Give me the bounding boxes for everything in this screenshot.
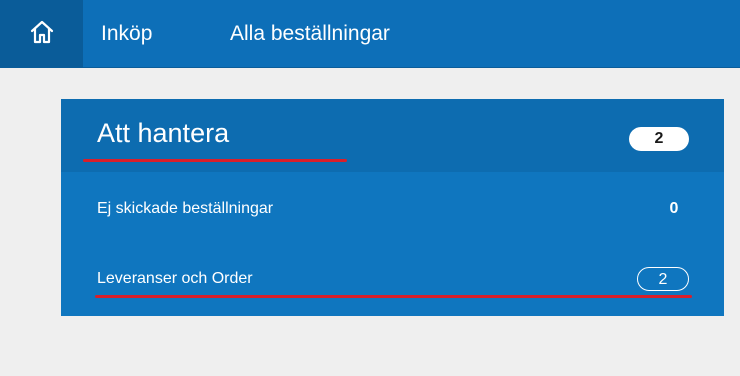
card-title[interactable]: Att hantera [97,118,229,149]
card-header: Att hantera 2 [61,99,724,172]
title-red-underline [83,159,347,162]
row-red-underline [95,295,692,298]
row-label: Ej skickade beställningar [97,200,274,217]
home-button[interactable] [0,0,83,68]
list-item-ej-skickade[interactable]: Ej skickade beställningar 0 [61,191,724,231]
nav-item-inkop[interactable]: Inköp [101,0,152,68]
row-count-badge: 2 [637,267,689,291]
list-item-leveranser-och-order[interactable]: Leveranser och Order 2 [61,261,724,301]
att-hantera-card: Att hantera 2 Ej skickade beställningar … [61,99,724,316]
row-label: Leveranser och Order [97,270,253,287]
row-count: 0 [669,200,679,217]
home-icon [29,19,55,50]
nav-item-alla-bestallningar[interactable]: Alla beställningar [230,0,390,68]
top-navigation-bar: Inköp Alla beställningar [0,0,740,68]
header-count-badge[interactable]: 2 [629,127,689,151]
